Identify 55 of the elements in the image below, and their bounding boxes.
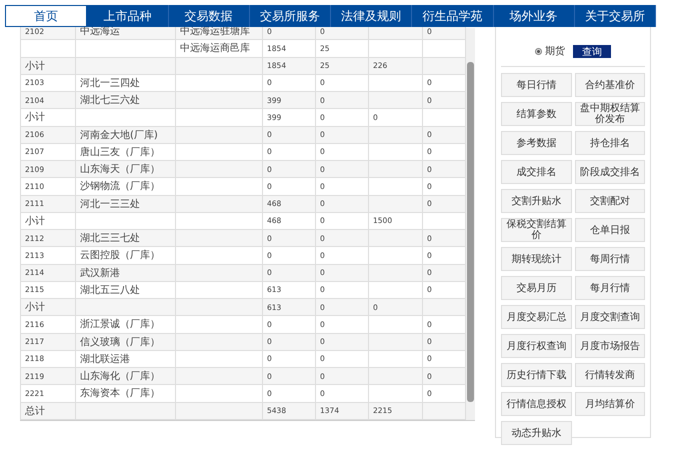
table-cell: 浙江景诚（厂库）: [76, 316, 176, 333]
radio-label: 期货: [545, 44, 565, 58]
report-button[interactable]: 盘中期权结算价发布: [574, 102, 645, 126]
table-cell: 沙钢物流（厂库）: [76, 178, 176, 195]
radio-button[interactable]: [535, 48, 542, 54]
report-button[interactable]: 每周行情: [574, 247, 645, 271]
report-button[interactable]: 月均结算价: [574, 392, 645, 416]
report-button[interactable]: 月度市场报告: [574, 334, 645, 358]
nav-tab[interactable]: 上市品种: [87, 5, 168, 27]
table-cell: 总计: [20, 402, 76, 420]
report-button[interactable]: 成交排名: [501, 160, 572, 184]
table-cell: 湖北七三六处: [76, 92, 176, 109]
table-cell: 云图控股（厂库）: [76, 246, 176, 264]
table-cell: 中远海运商邑库: [176, 40, 262, 57]
table-cell: 河北一三三处: [76, 195, 176, 212]
report-button[interactable]: 阶段成交排名: [574, 160, 645, 184]
report-button[interactable]: 每月行情: [574, 276, 645, 300]
report-button[interactable]: 月度交割查询: [574, 305, 645, 329]
nav-tab[interactable]: 场外业务: [494, 5, 575, 27]
report-button[interactable]: 行情信息授权: [501, 392, 572, 416]
report-button[interactable]: 行情转发商: [574, 363, 645, 387]
report-button[interactable]: 月度交易汇总: [501, 305, 572, 329]
report-button[interactable]: 交易月历: [501, 276, 572, 300]
nav-tab[interactable]: 交易数据: [168, 5, 250, 27]
report-button[interactable]: 仓单日报: [574, 218, 645, 242]
report-button[interactable]: 参考数据: [501, 131, 572, 155]
nav-tab[interactable]: 关于交易所: [574, 5, 656, 27]
report-button[interactable]: 每日行情: [501, 73, 572, 97]
report-button[interactable]: 结算参数: [501, 102, 572, 126]
table-cell: 湖北三三七处: [76, 230, 176, 247]
report-button[interactable]: 动态升贴水: [501, 421, 572, 445]
table-cell: 小计: [20, 298, 76, 316]
report-button[interactable]: 交割配对: [574, 189, 645, 213]
nav-tab[interactable]: 交易所服务: [250, 5, 331, 27]
report-button[interactable]: 历史行情下载: [501, 363, 572, 387]
table-cell: 河南金大地(厂库): [76, 126, 176, 144]
report-button[interactable]: 交割升贴水: [501, 189, 572, 213]
nav-tab[interactable]: 法律及规则: [331, 5, 412, 27]
nav-tab[interactable]: 衍生品学苑: [412, 5, 494, 27]
report-button[interactable]: 期转现统计: [501, 247, 572, 271]
table-cell: 山东海化（厂库）: [76, 368, 176, 385]
report-button[interactable]: 月度行权查询: [501, 334, 572, 358]
report-button[interactable]: 持仓排名: [574, 131, 645, 155]
nav-tab[interactable]: 首页: [5, 5, 88, 27]
table-cell: 东海资本（厂库）: [76, 384, 176, 402]
table-cell: 山东海天（厂库）: [76, 160, 176, 178]
table-cell: 武汉新港: [76, 264, 176, 282]
scrollbar[interactable]: [466, 28, 475, 420]
scrollbar-thumb[interactable]: [467, 62, 474, 402]
report-button[interactable]: 保税交割结算价: [501, 218, 572, 242]
report-button[interactable]: 合约基准价: [574, 73, 645, 97]
query-button[interactable]: 查询: [573, 44, 611, 58]
table-cell: 信义玻璃（厂库）: [76, 333, 176, 350]
table-cell: 小计: [20, 57, 76, 74]
table-cell: 小计: [20, 108, 76, 126]
